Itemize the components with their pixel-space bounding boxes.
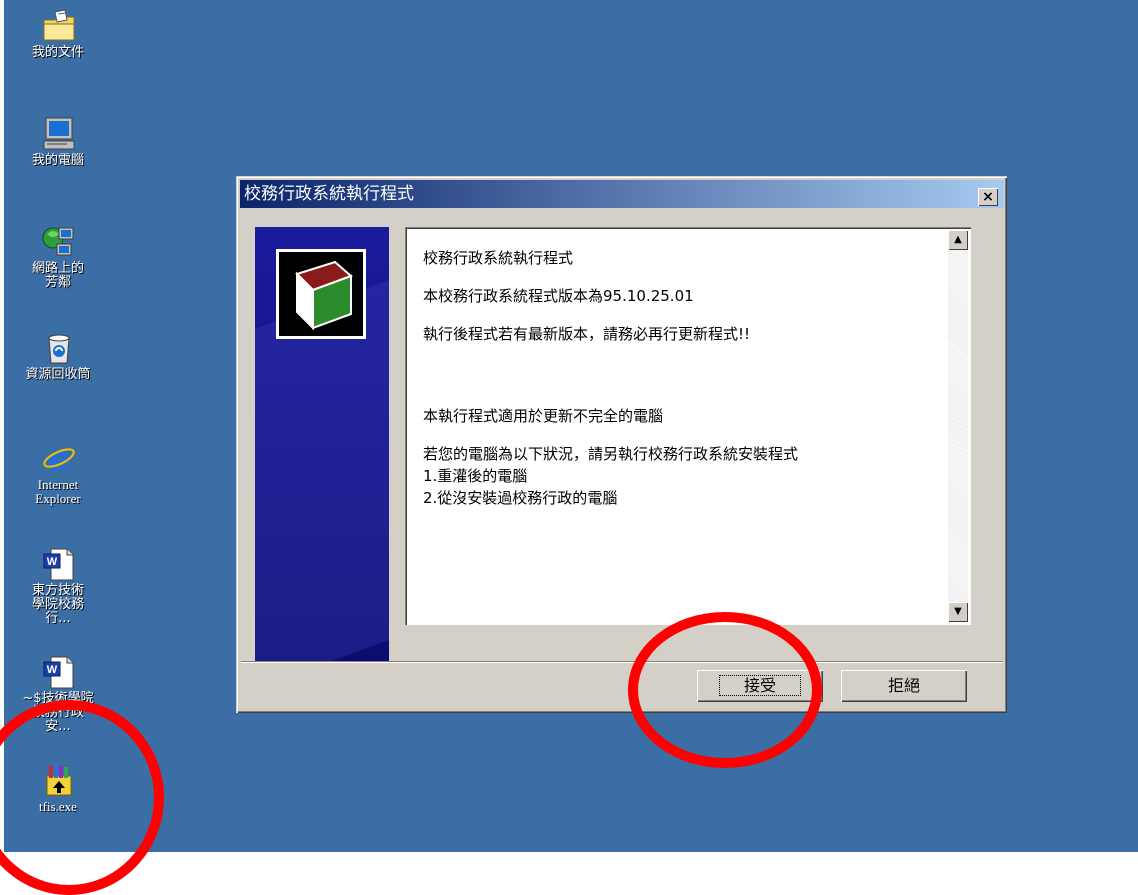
annotation-circle-accept [628, 612, 822, 768]
svg-text:W: W [47, 664, 58, 676]
internet-explorer-icon: e [41, 439, 75, 479]
annotation-circle-installer [0, 700, 164, 895]
my-computer-icon [41, 116, 75, 150]
text-line: 2.從沒安裝過校務行政的電腦 [423, 489, 618, 507]
icon-label: Internet Explorer [35, 477, 81, 506]
desktop-icon-my-documents[interactable]: 我的文件 [18, 8, 98, 60]
my-documents-folder-icon [41, 8, 75, 42]
text-line: 1.重灌後的電腦 [423, 467, 528, 485]
desktop-icon-word-document-1[interactable]: W 東方技術學院校務行... [18, 546, 98, 626]
svg-text:W: W [47, 556, 58, 568]
icon-label: 資源回收筒 [25, 367, 91, 382]
text-line: 若您的電腦為以下狀況，請另執行校務行政系統安裝程式 [423, 445, 799, 463]
dialog-side-banner [255, 227, 389, 661]
text-line: 本校務行政系統程式版本為95.10.25.01 [423, 287, 694, 305]
vertical-scrollbar[interactable]: ▲ ▼ [948, 230, 968, 622]
reject-button[interactable]: 拒絕 [841, 670, 967, 702]
desktop-icon-internet-explorer[interactable]: e Internet Explorer [18, 439, 98, 506]
network-places-icon [41, 224, 75, 258]
reject-label: 拒絕 [887, 676, 920, 695]
scroll-up-button[interactable]: ▲ [948, 230, 968, 250]
dialog-divider [241, 661, 1003, 663]
dialog-titlebar[interactable]: 校務行政系統執行程式 × [240, 180, 1004, 208]
license-text: 校務行政系統執行程式 本校務行政系統程式版本為95.10.25.01 執行後程式… [423, 247, 931, 509]
svg-text:e: e [48, 440, 70, 476]
installer-dialog: 校務行政系統執行程式 × 校務行政系統執行程式 本校務行政系統程式版本為95.1… [236, 176, 1007, 713]
icon-label: 我的電腦 [31, 153, 84, 168]
icon-label: 東方技術學院校務行... [31, 583, 84, 626]
word-document-icon: W [41, 546, 75, 581]
close-icon: × [982, 189, 994, 205]
desktop-icon-recycle-bin[interactable]: 資源回收筒 [18, 330, 98, 382]
desktop-icon-network-places[interactable]: 網路上的芳鄰 [18, 224, 98, 290]
word-document-icon: W [41, 654, 75, 689]
text-line: 本執行程式適用於更新不完全的電腦 [423, 407, 664, 425]
text-line: 執行後程式若有最新版本，請務必再行更新程式!! [423, 325, 751, 343]
triangle-up-icon: ▲ [954, 234, 962, 245]
license-text-area[interactable]: 校務行政系統執行程式 本校務行政系統程式版本為95.10.25.01 執行後程式… [405, 227, 971, 625]
triangle-down-icon: ▼ [954, 606, 962, 617]
icon-label: 網路上的芳鄰 [31, 261, 84, 290]
application-logo-icon [276, 249, 366, 339]
desktop-icon-my-computer[interactable]: 我的電腦 [18, 116, 98, 168]
desktop: 我的文件 我的電腦 網路上的芳鄰 資源回收筒 e Internet Explor… [0, 0, 1138, 895]
dialog-title: 校務行政系統執行程式 [244, 184, 414, 204]
icon-label: 我的文件 [31, 45, 84, 60]
scroll-down-button[interactable]: ▼ [948, 602, 968, 622]
recycle-bin-icon [41, 330, 75, 364]
close-button[interactable]: × [978, 188, 998, 206]
text-line: 校務行政系統執行程式 [423, 249, 574, 267]
